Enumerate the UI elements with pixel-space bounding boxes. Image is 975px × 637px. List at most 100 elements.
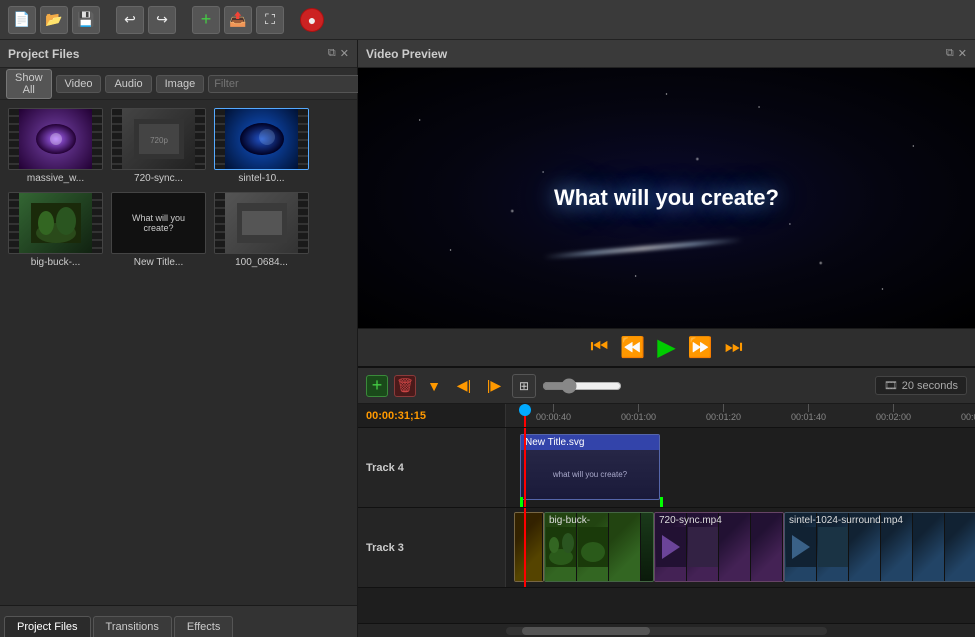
audio-filter-button[interactable]: Audio bbox=[105, 75, 151, 93]
project-files-title: Project Files bbox=[8, 47, 79, 61]
timeline-delete-button[interactable]: 🗑 bbox=[394, 375, 416, 397]
tab-transitions[interactable]: Transitions bbox=[93, 616, 172, 637]
preview-canvas: What will you create? bbox=[358, 68, 975, 328]
preview-text: What will you create? bbox=[554, 185, 779, 211]
ruler-tick-4: 00:02:00 bbox=[876, 404, 911, 422]
media-item-bigbuck[interactable]: big-buck-... bbox=[8, 192, 103, 268]
add-button[interactable]: + bbox=[192, 6, 220, 34]
open-button[interactable]: 📂 bbox=[40, 6, 68, 34]
media-item-sintel[interactable]: sintel-10... bbox=[214, 108, 309, 184]
image-filter-button[interactable]: Image bbox=[156, 75, 205, 93]
right-panel: Video Preview ⧉ ✕ What will you create? … bbox=[358, 40, 975, 637]
title-clip-end-marker bbox=[660, 497, 663, 507]
media-label-720sync: 720-sync... bbox=[111, 173, 206, 184]
track3-content: big-buck- bbox=[506, 508, 975, 587]
sintel-clip-label: sintel-1024-surround.mp4 bbox=[789, 515, 903, 526]
bottom-tabs: Project Files Transitions Effects bbox=[0, 605, 357, 637]
play-button[interactable]: ▶ bbox=[657, 333, 675, 362]
show-all-button[interactable]: Show All bbox=[6, 69, 52, 99]
timeline-snap-button[interactable]: ⊞ bbox=[512, 374, 536, 398]
media-label-newtitle: New Title... bbox=[111, 257, 206, 268]
playhead-head bbox=[519, 404, 531, 416]
svg-text:720p: 720p bbox=[150, 136, 168, 145]
sync-frame3 bbox=[719, 513, 751, 581]
track4-content: New Title.svg what will you create? bbox=[506, 428, 975, 507]
clip-sintel[interactable]: sintel-1024-surround.mp4 bbox=[784, 512, 975, 582]
ruler-tick-1: 00:01:00 bbox=[621, 404, 656, 422]
export-button[interactable]: 📤 bbox=[224, 6, 252, 34]
timeline-seconds-display: 🎞 20 seconds bbox=[875, 376, 967, 395]
track3-row: Track 3 bbox=[358, 508, 975, 588]
bigbuck-clip-label: big-buck- bbox=[549, 515, 590, 526]
fullscreen-button[interactable]: ⛶ bbox=[256, 6, 284, 34]
media-thumb-720sync: 720p bbox=[111, 108, 206, 170]
project-files-header: Project Files ⧉ ✕ bbox=[0, 40, 357, 68]
jump-end-button[interactable]: ⏭ bbox=[725, 336, 743, 359]
media-item-massive[interactable]: massive_w... bbox=[8, 108, 103, 184]
media-item-newtitle[interactable]: What will you create? New Title... bbox=[111, 192, 206, 268]
new-button[interactable]: 📄 bbox=[8, 6, 36, 34]
ruler-tick-3: 00:01:40 bbox=[791, 404, 826, 422]
media-thumb-sintel bbox=[214, 108, 309, 170]
rewind-button[interactable]: ⏪ bbox=[620, 335, 645, 360]
minimize-icon[interactable]: ⧉ bbox=[328, 47, 336, 60]
ruler-ticks-area: 00:00:40 00:01:00 00:01:20 00:01:40 bbox=[506, 404, 975, 427]
timeline-scroll-track[interactable] bbox=[506, 627, 827, 635]
track3-label: Track 3 bbox=[358, 508, 506, 587]
preview-minimize-icon[interactable]: ⧉ bbox=[946, 47, 954, 60]
preview-header-icons: ⧉ ✕ bbox=[946, 47, 967, 60]
title-clip-start-marker bbox=[520, 497, 523, 507]
media-thumb-100 bbox=[214, 192, 309, 254]
record-button[interactable]: ● bbox=[300, 8, 324, 32]
zoom-slider[interactable] bbox=[542, 378, 622, 394]
media-label-sintel: sintel-10... bbox=[214, 173, 309, 184]
title-clip[interactable]: New Title.svg what will you create? bbox=[520, 434, 660, 500]
timeline-scroll-thumb[interactable] bbox=[522, 627, 650, 635]
close-icon[interactable]: ✕ bbox=[340, 47, 349, 60]
timeline-scrollbar bbox=[358, 623, 975, 637]
media-label-bigbuck: big-buck-... bbox=[8, 257, 103, 268]
preview-area: What will you create? bbox=[358, 68, 975, 328]
track4-row: Track 4 New Title.svg what will you crea… bbox=[358, 428, 975, 508]
time-display: 00:00:31;15 bbox=[358, 404, 506, 427]
media-thumb-newtitle: What will you create? bbox=[111, 192, 206, 254]
media-item-100[interactable]: 100_0684... bbox=[214, 192, 309, 268]
clip-m[interactable] bbox=[514, 512, 544, 582]
tab-project-files[interactable]: Project Files bbox=[4, 616, 91, 637]
filter-bar: Show All Video Audio Image ⟳ bbox=[0, 68, 357, 100]
save-button[interactable]: 💾 bbox=[72, 6, 100, 34]
timeline-section: + 🗑 ▼ ◀| |▶ ⊞ 🎞 20 seconds 00:00:31;15 bbox=[358, 366, 975, 637]
track4-label: Track 4 bbox=[358, 428, 506, 507]
tracks-container: Track 4 New Title.svg what will you crea… bbox=[358, 428, 975, 623]
ruler-tick-0: 00:00:40 bbox=[536, 404, 571, 422]
main-layout: Project Files ⧉ ✕ Show All Video Audio I… bbox=[0, 40, 975, 637]
timeline-add-button[interactable]: + bbox=[366, 375, 388, 397]
fast-forward-button[interactable]: ⏩ bbox=[688, 335, 713, 360]
sintel-frame5 bbox=[913, 513, 945, 581]
project-files-header-icons: ⧉ ✕ bbox=[328, 47, 349, 60]
preview-title: Video Preview bbox=[366, 47, 447, 61]
sync-clip-label: 720-sync.mp4 bbox=[659, 515, 722, 526]
clip-bigbuck[interactable]: big-buck- bbox=[544, 512, 654, 582]
timeline-prev-button[interactable]: ◀| bbox=[452, 374, 476, 398]
sync-frame4 bbox=[751, 513, 783, 581]
preview-close-icon[interactable]: ✕ bbox=[958, 47, 967, 60]
redo-button[interactable]: ↪ bbox=[148, 6, 176, 34]
filter-input[interactable] bbox=[208, 75, 362, 93]
timeline-filter-button[interactable]: ▼ bbox=[422, 374, 446, 398]
title-clip-header: New Title.svg bbox=[521, 435, 659, 450]
media-thumb-bigbuck bbox=[8, 192, 103, 254]
timeline-next-button[interactable]: |▶ bbox=[482, 374, 506, 398]
seconds-icon: 🎞 bbox=[884, 379, 898, 392]
ruler-tick-5: 00:02:20 bbox=[961, 404, 975, 422]
timeline-toolbar: + 🗑 ▼ ◀| |▶ ⊞ 🎞 20 seconds bbox=[358, 368, 975, 404]
media-label-100: 100_0684... bbox=[214, 257, 309, 268]
zoom-slider-container bbox=[542, 378, 622, 394]
clip-720sync[interactable]: 720-sync.mp4 bbox=[654, 512, 784, 582]
jump-start-button[interactable]: ⏮ bbox=[590, 336, 608, 359]
tab-effects[interactable]: Effects bbox=[174, 616, 233, 637]
undo-button[interactable]: ↩ bbox=[116, 6, 144, 34]
media-item-720sync[interactable]: 720p 720-sync... bbox=[111, 108, 206, 184]
video-filter-button[interactable]: Video bbox=[56, 75, 102, 93]
preview-controls: ⏮ ⏪ ▶ ⏩ ⏭ bbox=[358, 328, 975, 366]
